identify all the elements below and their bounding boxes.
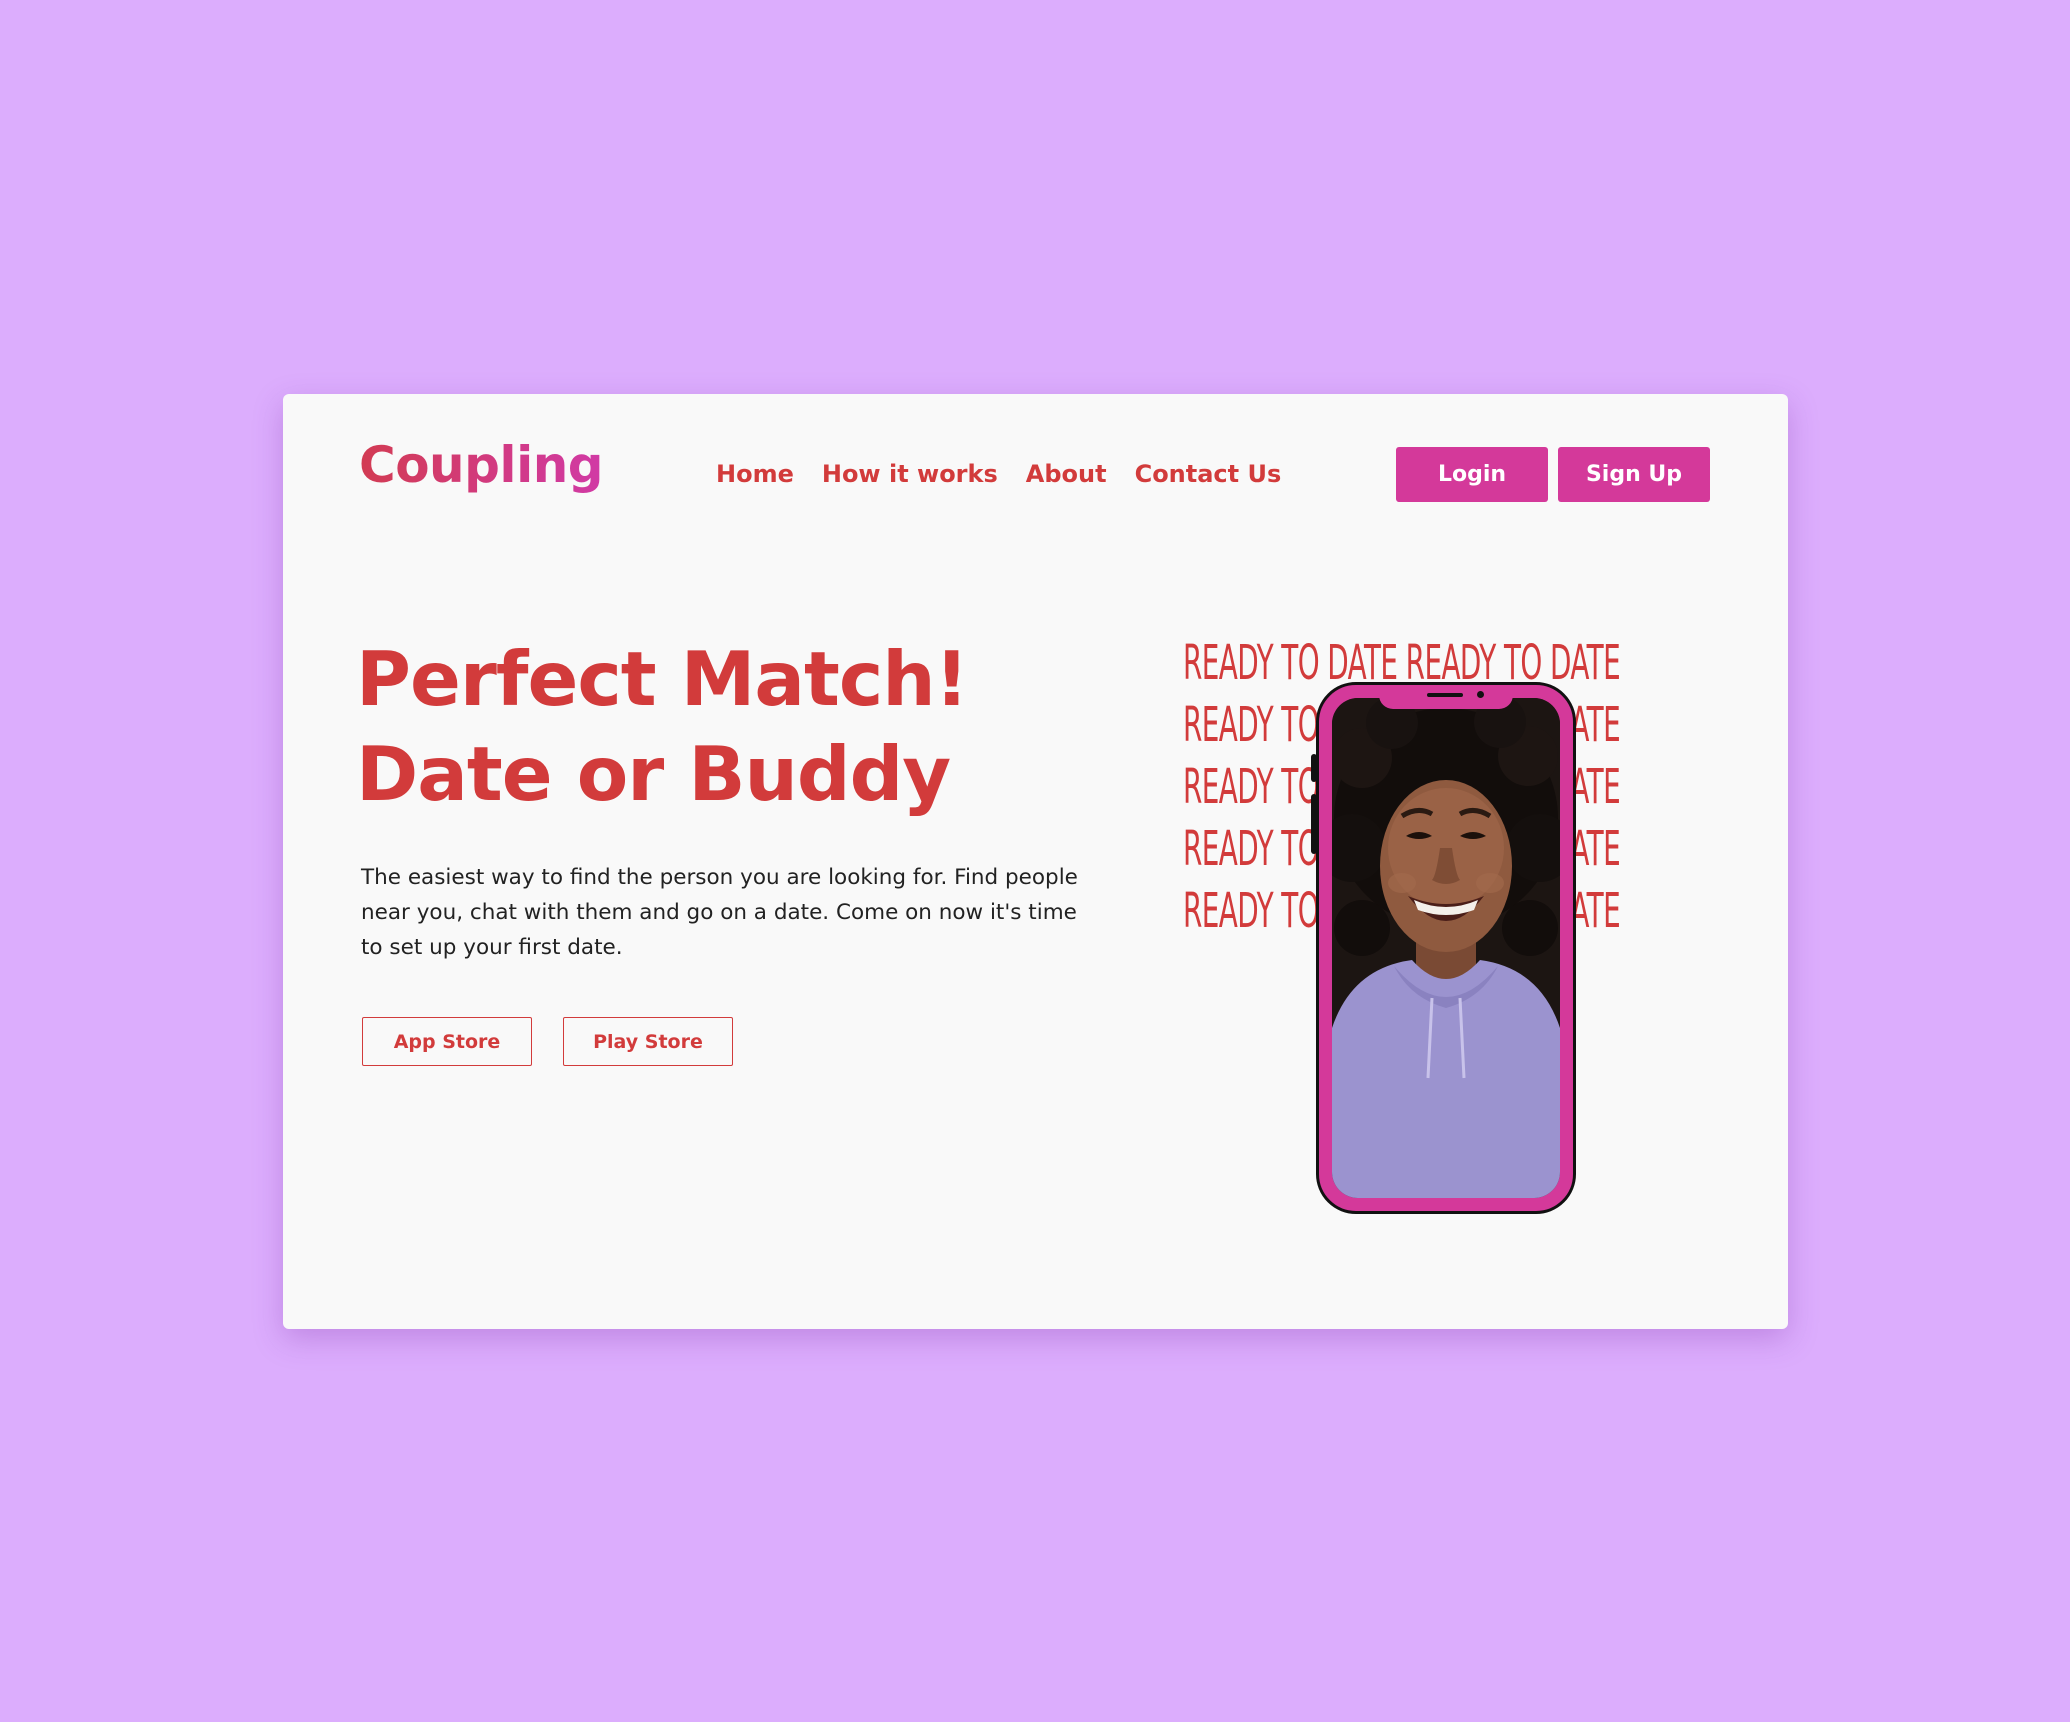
nav-contact-us[interactable]: Contact Us <box>1135 460 1282 488</box>
hero-description: The easiest way to find the person you a… <box>361 865 1078 960</box>
hero-title-line-1: Perfect Match! <box>356 635 969 723</box>
landing-card: Coupling Home How it works About Contact… <box>283 394 1788 1329</box>
hero-title-line-2: Date or Buddy <box>356 730 951 818</box>
phone-screen <box>1332 698 1560 1198</box>
play-store-button[interactable]: Play Store <box>563 1017 733 1066</box>
login-button[interactable]: Login <box>1396 447 1548 502</box>
signup-button[interactable]: Sign Up <box>1558 447 1710 502</box>
portrait-image <box>1332 698 1560 1198</box>
phone-notch <box>1379 685 1513 709</box>
nav-how-it-works[interactable]: How it works <box>822 460 998 488</box>
hero-title: Perfect Match! Date or Buddy <box>356 632 1056 822</box>
main-nav: Home How it works About Contact Us <box>716 460 1281 488</box>
app-store-button[interactable]: App Store <box>362 1017 532 1066</box>
nav-about[interactable]: About <box>1026 460 1107 488</box>
phone-mockup <box>1316 682 1576 1214</box>
speaker-icon <box>1427 693 1463 697</box>
camera-icon <box>1477 691 1484 698</box>
nav-home[interactable]: Home <box>716 460 794 488</box>
brand-logo[interactable]: Coupling <box>359 436 604 494</box>
